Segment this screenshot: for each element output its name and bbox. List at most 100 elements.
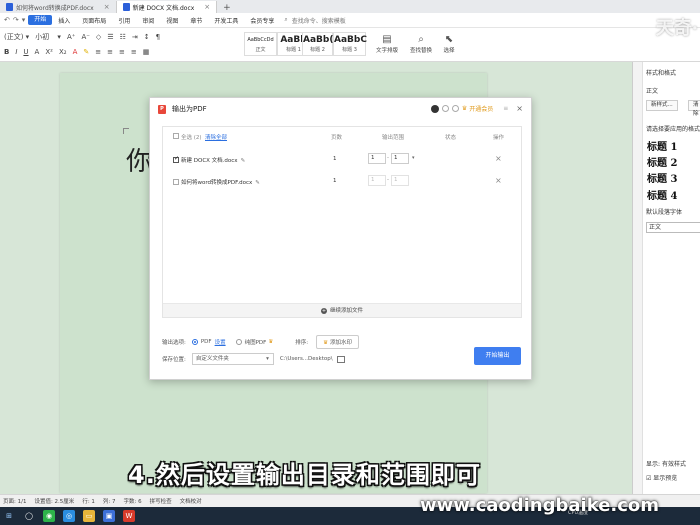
menu-view[interactable]: 视图	[160, 16, 184, 25]
underline-icon[interactable]: U	[23, 48, 28, 56]
browser-icon[interactable]: ◎	[63, 510, 75, 522]
menu-reference[interactable]: 引用	[112, 16, 136, 25]
find-replace-button[interactable]: ⌕ 查找替换	[406, 34, 436, 54]
col-status: 状态	[445, 135, 457, 141]
style-heading-2-item[interactable]: 标题 2	[647, 154, 677, 169]
clear-all-link[interactable]: 清除全部	[205, 133, 227, 141]
menu-insert[interactable]: 插入	[52, 16, 76, 25]
settings-link[interactable]: 设置	[215, 338, 226, 346]
grow-font-icon[interactable]: A⁺	[67, 33, 75, 41]
table-row[interactable]: 新建 DOCX 文档.docx✎ 1 1 - 1 ▾ ×	[163, 149, 521, 171]
range-to-input[interactable]: 1	[391, 175, 409, 186]
command-search[interactable]: 查找命令、搜索模板	[292, 16, 346, 25]
table-row[interactable]: 如何将word转换成PDF.docx ✎ 1 1 - 1 ×	[163, 171, 521, 193]
style-heading-2[interactable]: AaBb( 标题 2	[302, 32, 333, 56]
highlight-icon[interactable]: ✎	[83, 48, 89, 56]
remove-icon[interactable]: ×	[495, 176, 502, 185]
text-layout-button[interactable]: ▤ 文字排版	[372, 34, 402, 54]
store-icon[interactable]: ▣	[103, 510, 115, 522]
menu-section[interactable]: 章节	[184, 16, 208, 25]
start-export-button[interactable]: 开始输出	[474, 347, 521, 365]
paragraph-icon[interactable]: ¶	[156, 33, 160, 41]
style-heading-1-item[interactable]: 标题 1	[647, 138, 677, 153]
justify-icon[interactable]: ≡	[131, 48, 137, 56]
close-icon[interactable]: ×	[104, 3, 110, 11]
default-font-item[interactable]: 默认段落字体	[646, 207, 682, 216]
settings-icon[interactable]	[451, 105, 459, 112]
preview-toggle[interactable]: ☑ 显示预览	[646, 473, 677, 482]
avatar[interactable]	[430, 104, 439, 113]
menu-start[interactable]: 开始	[28, 15, 53, 25]
list-number-icon[interactable]: ☷	[120, 33, 126, 41]
clear-style-button[interactable]: 清除	[688, 100, 700, 117]
clear-format-icon[interactable]: ◇	[96, 33, 101, 41]
wechat-icon[interactable]: ◉	[43, 510, 55, 522]
tab-doc-2[interactable]: 新建 DOCX 文档.docx ×	[116, 1, 218, 13]
close-icon[interactable]: ×	[516, 104, 523, 113]
row-checkbox[interactable]	[173, 155, 179, 163]
sort-icon[interactable]: ↕	[144, 33, 150, 41]
windows-start-icon[interactable]: ⊞	[3, 510, 15, 522]
menu-icon[interactable]: ≡	[503, 105, 508, 112]
status-proof[interactable]: 文档校对	[180, 497, 202, 505]
remove-icon[interactable]: ×	[495, 154, 502, 163]
font-size-select[interactable]: 小初 ▾	[35, 32, 61, 42]
menu-devtools[interactable]: 开发工具	[208, 16, 244, 25]
range-from-input[interactable]: 1	[368, 175, 386, 186]
indent-icon[interactable]: ⇥	[132, 33, 138, 41]
select-all-checkbox[interactable]	[173, 133, 179, 139]
align-center-icon[interactable]: ≡	[107, 48, 113, 56]
style-heading-4-item[interactable]: 标题 4	[647, 187, 677, 202]
close-icon[interactable]: ×	[204, 3, 210, 11]
range-to-input[interactable]: 1	[391, 153, 409, 164]
add-watermark-button[interactable]: ♛ 添加水印	[316, 335, 360, 349]
wps-icon[interactable]: W	[123, 510, 135, 522]
align-left-icon[interactable]: ≡	[95, 48, 101, 56]
status-spell[interactable]: 拼写检查	[150, 497, 172, 505]
style-heading-3[interactable]: AaBbC 标题 3	[333, 32, 367, 56]
style-heading-3-item[interactable]: 标题 3	[647, 170, 677, 185]
status-words[interactable]: 字数: 6	[124, 497, 142, 505]
list-bullet-icon[interactable]: ☰	[107, 33, 113, 41]
strike-icon[interactable]: A	[35, 48, 40, 56]
undo-icon[interactable]: ↶	[4, 16, 10, 24]
style-field[interactable]: 正文	[646, 222, 700, 233]
folder-icon[interactable]: ▭	[83, 510, 95, 522]
radio-pdf[interactable]	[191, 339, 198, 345]
font-name-select[interactable]: (正文) ▾	[4, 32, 29, 42]
align-right-icon[interactable]: ≡	[119, 48, 125, 56]
shrink-font-icon[interactable]: A⁻	[81, 33, 89, 41]
row-checkbox[interactable]	[173, 179, 179, 185]
skin-icon[interactable]	[441, 105, 449, 112]
status-page[interactable]: 页面: 1/1	[3, 497, 26, 505]
style-normal[interactable]: AaBbCcDd 正文	[244, 32, 277, 56]
sort-label: 排序:	[295, 340, 309, 346]
radio-image-pdf[interactable]	[235, 339, 242, 345]
edit-icon[interactable]: ✎	[255, 180, 260, 186]
edit-icon[interactable]: ✎	[241, 158, 246, 164]
range-dropdown-icon[interactable]: ▾	[412, 155, 415, 161]
subscript-icon[interactable]: X₂	[59, 48, 67, 56]
new-style-button[interactable]: 新样式...	[646, 100, 678, 111]
select-button[interactable]: ⬉ 选择	[434, 34, 464, 54]
panel-strip	[633, 62, 643, 494]
vip-link[interactable]: 开通会员	[469, 104, 493, 113]
font-color-icon[interactable]: A	[73, 48, 78, 56]
add-more-files-button[interactable]: + 继续添加文件	[163, 303, 521, 317]
show-select[interactable]: 有效样式	[662, 461, 686, 468]
browse-folder-icon[interactable]	[336, 355, 345, 363]
add-tab-icon[interactable]: +	[217, 3, 237, 13]
italic-icon[interactable]: I	[15, 48, 17, 56]
tab-doc-1[interactable]: 如何将word转换成PDF.docx ×	[0, 1, 117, 13]
menu-layout[interactable]: 页面布局	[76, 16, 112, 25]
superscript-icon[interactable]: X²	[45, 48, 53, 56]
bold-icon[interactable]: B	[4, 48, 9, 56]
save-location-select[interactable]: 自定义文件夹 ▾	[191, 353, 274, 365]
menu-review[interactable]: 审阅	[136, 16, 160, 25]
redo-icon[interactable]: ↷	[13, 16, 19, 24]
dropdown-icon[interactable]: ▾	[22, 16, 26, 24]
range-from-input[interactable]: 1	[368, 153, 386, 164]
menu-vip[interactable]: 会员专享	[244, 16, 280, 25]
search-icon[interactable]: ◯	[23, 510, 35, 522]
border-icon[interactable]: ▦	[143, 48, 150, 56]
